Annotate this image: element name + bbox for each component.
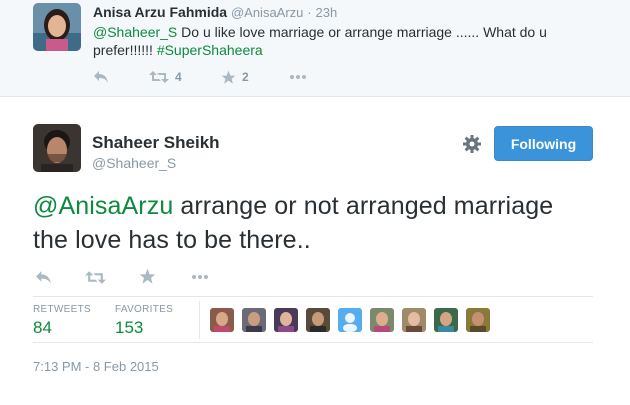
more-icon <box>191 274 209 280</box>
mention-link[interactable]: @Shaheer_S <box>93 24 177 40</box>
mention-link[interactable]: @AnisaArzu <box>33 192 173 220</box>
tweet-timestamp[interactable]: 7:13 PM - 8 Feb 2015 <box>33 359 159 374</box>
reply-button[interactable] <box>93 67 109 87</box>
reply-icon <box>93 70 109 84</box>
author-name[interactable]: Anisa Arzu Fahmida <box>93 4 227 20</box>
more-button[interactable] <box>191 267 209 287</box>
favoriter-avatar[interactable] <box>338 308 362 332</box>
retweet-button[interactable]: 4 <box>149 67 182 87</box>
retweet-count: 4 <box>175 70 182 84</box>
tweet-time[interactable]: 23h <box>316 5 338 20</box>
tweet-stats: RETWEETS 84 FAVORITES 153 <box>33 296 593 343</box>
main-actions <box>33 266 333 288</box>
parent-actions: 4 2 <box>93 67 423 87</box>
retweets-count: 84 <box>33 318 52 337</box>
favoriters-avatars <box>210 308 490 332</box>
avatar[interactable] <box>33 3 81 51</box>
parent-tweet: Anisa Arzu Fahmida @AnisaArzu · 23h @Sha… <box>0 0 630 97</box>
avatar[interactable] <box>33 124 81 172</box>
retweet-icon <box>85 270 106 285</box>
favoriter-avatar[interactable] <box>306 308 330 332</box>
favorites-stat[interactable]: FAVORITES 153 <box>115 304 173 338</box>
favoriter-avatar[interactable] <box>242 308 266 332</box>
parent-tweet-text: @Shaheer_S Do u like love marriage or ar… <box>93 23 593 59</box>
reply-button[interactable] <box>35 267 52 287</box>
favoriter-avatar[interactable] <box>466 308 490 332</box>
favoriter-avatar[interactable] <box>434 308 458 332</box>
star-icon <box>139 268 156 285</box>
gear-icon[interactable] <box>462 134 482 154</box>
favorite-button[interactable]: 2 <box>221 67 249 87</box>
star-icon <box>221 70 236 85</box>
favoriter-avatar[interactable] <box>274 308 298 332</box>
parent-header: Anisa Arzu Fahmida @AnisaArzu · 23h <box>93 4 337 20</box>
more-button[interactable] <box>289 67 307 87</box>
reply-icon <box>35 270 52 285</box>
author-screen-name[interactable]: @Shaheer_S <box>92 155 176 171</box>
favoriter-avatar[interactable] <box>370 308 394 332</box>
favorite-button[interactable] <box>139 266 156 286</box>
favorites-label: FAVORITES <box>115 304 174 315</box>
retweets-label: RETWEETS <box>33 304 91 315</box>
divider <box>199 301 200 339</box>
separator: · <box>307 5 312 20</box>
main-tweet-text: @AnisaArzu arrange or not arranged marri… <box>33 189 593 257</box>
following-button[interactable]: Following <box>494 126 593 161</box>
author-screen-name[interactable]: @AnisaArzu <box>231 5 303 20</box>
retweets-stat[interactable]: RETWEETS 84 <box>33 304 91 338</box>
retweet-icon <box>149 70 169 84</box>
retweet-button[interactable] <box>85 267 106 287</box>
favoriter-avatar[interactable] <box>210 308 234 332</box>
author-name[interactable]: Shaheer Sheikh <box>92 133 220 153</box>
more-icon <box>289 74 307 80</box>
favoriter-avatar[interactable] <box>402 308 426 332</box>
favorite-count: 2 <box>242 70 249 84</box>
hashtag-link[interactable]: #SuperShaheera <box>157 42 263 58</box>
favorites-count: 153 <box>115 318 144 337</box>
